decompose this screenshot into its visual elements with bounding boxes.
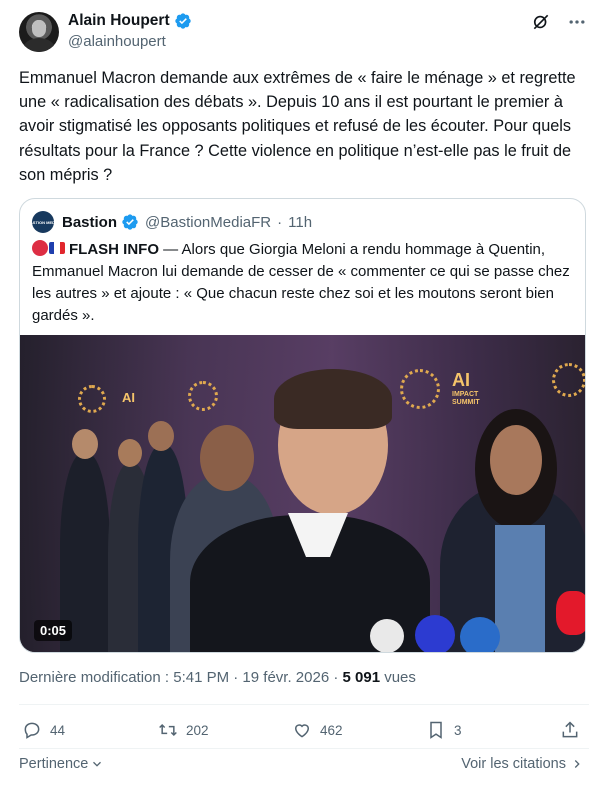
summit-banner-sub: IMPACT SUMMIT [452, 391, 480, 406]
heart-icon [294, 724, 310, 738]
tweet-post: Alain Houpert @alainhoupert Emmanuel Mac… [0, 0, 609, 786]
views-count: 5 091 [342, 669, 381, 686]
top-right-actions [531, 12, 587, 32]
quoted-avatar-text: BASTION MEDIA [27, 219, 59, 225]
divider-bottom [19, 748, 589, 749]
post-text: Emmanuel Macron demande aux extrêmes de … [19, 69, 576, 184]
avatar-face [32, 20, 46, 37]
author-display-name[interactable]: Alain Houpert [68, 12, 170, 30]
author-avatar[interactable] [19, 12, 59, 52]
microphone-4 [556, 591, 585, 635]
quoted-separator: · [277, 213, 283, 231]
summit-banner-text: AI [452, 370, 470, 390]
view-quotes-link[interactable]: Voir les citations [461, 756, 584, 772]
woman-right-head [490, 425, 542, 495]
red-circle-icon [32, 240, 48, 256]
flash-info-label: FLASH INFO [69, 241, 159, 258]
post-timestamp[interactable]: Dernière modification : 5:41 PM · 19 fév… [19, 669, 343, 686]
quoted-avatar: BASTION MEDIA [27, 211, 59, 233]
woman-left-head [200, 425, 254, 491]
quoted-text-block: FLASH INFO — Alors que Giorgia Meloni a … [32, 239, 577, 327]
chevron-down-icon [93, 761, 102, 767]
bg-person-1-head [72, 429, 98, 459]
bookmark-icon [430, 721, 442, 739]
author-handle[interactable]: @alainhoupert [68, 33, 166, 50]
avatar-shoulders [23, 38, 55, 52]
post-meta: Dernière modification : 5:41 PM · 19 fév… [19, 669, 416, 686]
author-name-row: Alain Houpert [68, 12, 192, 30]
quoted-display-name: Bastion [62, 213, 118, 231]
relevance-dropdown[interactable]: Pertinence [19, 756, 104, 772]
quoted-verified-badge-icon [122, 214, 138, 230]
reply-count: 44 [50, 722, 66, 738]
summit-logo-mid [188, 381, 218, 411]
divider-top [19, 704, 589, 705]
repost-icon [159, 723, 177, 737]
repost-count: 202 [186, 722, 209, 738]
grok-icon[interactable] [531, 12, 551, 32]
video-duration-badge: 0:05 [34, 620, 73, 641]
flag-emojis [32, 240, 65, 256]
bookmark-count: 3 [454, 722, 462, 738]
france-flag-icon [49, 242, 65, 254]
bg-person-3-head [148, 421, 174, 451]
microphone-1 [370, 619, 404, 652]
views-label: vues [384, 669, 416, 686]
summit-banner-text-left: AI [122, 390, 135, 405]
share-button[interactable] [560, 720, 580, 740]
summit-logo-center [400, 369, 440, 409]
video-player[interactable]: AI AI IMPACT SUMMIT 0:05 [20, 335, 585, 652]
verified-badge-icon [174, 13, 191, 29]
bg-person-2-head [118, 439, 142, 467]
summit-logo-left [78, 385, 106, 413]
bookmark-button[interactable]: 3 [426, 720, 462, 740]
quoted-tweet[interactable]: BASTION MEDIA Bastion @BastionMediaFR · … [19, 198, 586, 653]
quoted-handle: @BastionMediaFR [145, 213, 272, 231]
share-icon [562, 721, 578, 738]
reply-icon [24, 722, 40, 739]
like-button[interactable]: 462 [292, 720, 343, 740]
view-quotes-label: Voir les citations [461, 756, 566, 772]
like-count: 462 [320, 722, 343, 738]
main-speaker-hair [274, 369, 392, 429]
chevron-right-icon [574, 760, 580, 768]
microphone-3 [460, 617, 500, 652]
microphone-2 [415, 615, 455, 652]
more-options-icon[interactable] [567, 12, 587, 32]
woman-right-shirt [495, 525, 545, 652]
reply-button[interactable]: 44 [22, 720, 65, 740]
relevance-label: Pertinence [19, 756, 89, 772]
repost-button[interactable]: 202 [158, 720, 209, 740]
action-bar: 44 202 462 3 [22, 720, 582, 744]
quoted-time: 11h [288, 213, 313, 231]
summit-logo-right [552, 363, 585, 397]
quoted-header: BASTION MEDIA Bastion @BastionMediaFR · … [27, 211, 313, 233]
